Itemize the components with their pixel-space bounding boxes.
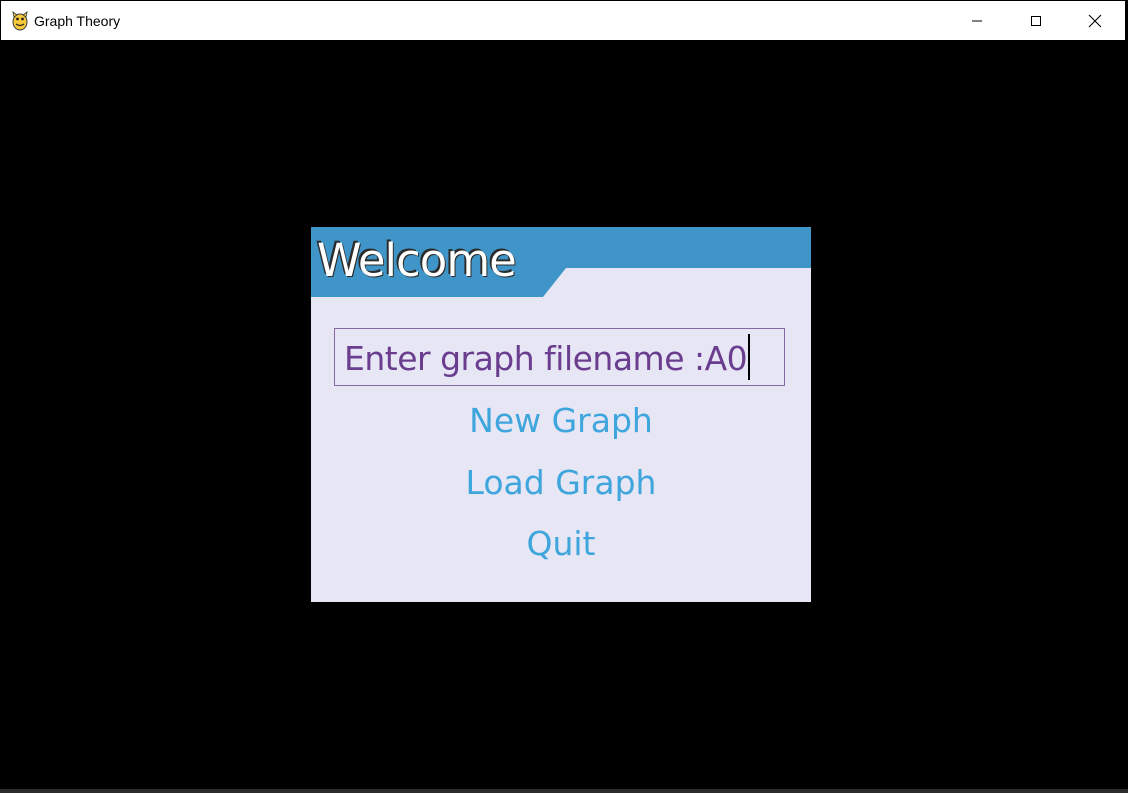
new-graph-button[interactable]: New Graph [311, 396, 811, 446]
welcome-dialog: Welcome Enter graph filename :A0 New Gra… [311, 227, 811, 602]
window-title: Graph Theory [34, 13, 121, 29]
text-caret [748, 333, 751, 380]
minimize-button[interactable] [948, 2, 1006, 40]
filename-input-text: Enter graph filename :A0 [344, 333, 751, 385]
filename-input[interactable]: Enter graph filename :A0 [334, 328, 785, 386]
maximize-button[interactable] [1007, 2, 1065, 40]
quit-button[interactable]: Quit [311, 519, 811, 569]
application-window: Graph Theory Welcome Enter graph filenam… [0, 0, 1128, 793]
dialog-title: Welcome [317, 234, 517, 287]
filename-label: Enter graph filename : [344, 339, 705, 378]
filename-value: A0 [704, 339, 748, 378]
load-graph-button[interactable]: Load Graph [311, 458, 811, 508]
window-bottom-border [0, 789, 1128, 793]
maximize-icon [1031, 16, 1041, 26]
title-bar[interactable]: Graph Theory [1, 1, 1125, 40]
close-icon [1088, 14, 1102, 28]
python-icon [12, 11, 28, 31]
minimize-icon [972, 20, 982, 22]
close-button[interactable] [1066, 2, 1124, 40]
